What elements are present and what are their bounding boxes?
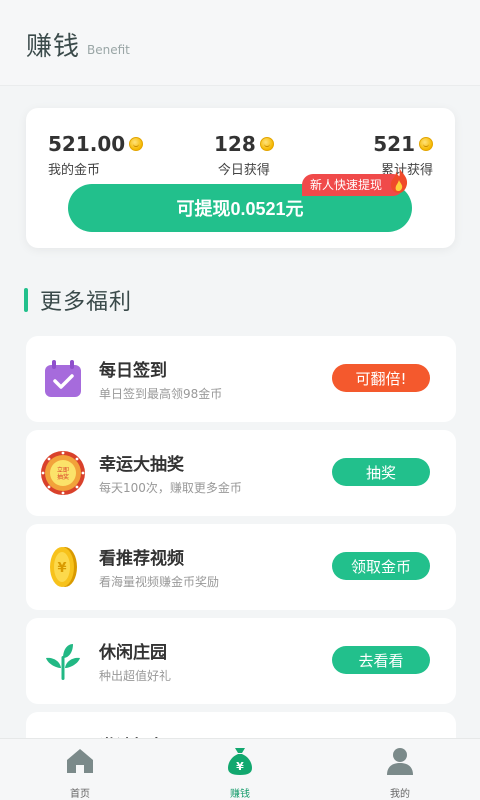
- section-header: 更多福利: [24, 286, 133, 315]
- coin-icon: [259, 137, 274, 151]
- go-see-button[interactable]: 去看看: [332, 646, 430, 674]
- task-title: 每日签到: [99, 361, 167, 381]
- money-bag-icon: ¥: [228, 748, 252, 775]
- user-icon: [387, 748, 413, 775]
- lucky-wheel-text: 立即: [57, 466, 69, 474]
- section-title: 更多福利: [40, 290, 133, 315]
- lucky-wheel-icon: 立即 抽奖: [41, 451, 85, 495]
- total-earned-value: 521: [373, 132, 415, 156]
- today-earned-value: 128: [214, 132, 256, 156]
- coin-icon: [419, 137, 433, 151]
- today-earned-stat[interactable]: 128 今日获得: [214, 132, 274, 178]
- task-watch-videos[interactable]: ¥ 看推荐视频 看海量视频赚金币奖励 领取金币: [26, 524, 456, 610]
- my-coins-stat[interactable]: 521.00 我的金币: [48, 132, 144, 178]
- fire-icon: [390, 167, 408, 193]
- task-lucky-draw[interactable]: 立即 抽奖 幸运大抽奖 每天100次，赚取更多金币 抽奖: [26, 430, 456, 516]
- task-title: 看推荐视频: [99, 549, 184, 569]
- tab-home[interactable]: 首页: [40, 745, 120, 800]
- task-title: 幸运大抽奖: [99, 455, 184, 475]
- task-desc: 种出超值好礼: [99, 669, 172, 683]
- svg-text:抽奖: 抽奖: [57, 473, 69, 481]
- home-icon: [67, 749, 93, 773]
- my-coins-label: 我的金币: [48, 163, 101, 178]
- task-desc: 每天100次，赚取更多金币: [99, 481, 242, 495]
- my-coins-value: 521.00: [48, 132, 126, 156]
- section-accent-bar: [24, 288, 28, 312]
- double-reward-button[interactable]: 可翻倍!: [332, 364, 430, 392]
- draw-button[interactable]: 抽奖: [332, 458, 430, 486]
- gold-coin-icon: ¥: [50, 547, 77, 587]
- bottom-tab-bar: 首页 ¥ 赚钱 我的: [0, 738, 480, 800]
- tab-mine-label: 我的: [390, 789, 410, 800]
- task-title: 休闲庄园: [99, 643, 167, 663]
- tab-mine[interactable]: 我的: [360, 745, 440, 800]
- task-desc: 看海量视频赚金币奖励: [99, 575, 220, 589]
- task-desc: 单日签到最高领98金币: [99, 387, 223, 401]
- calendar-check-icon: [45, 360, 81, 397]
- task-leisure-farm[interactable]: 休闲庄园 种出超值好礼 去看看: [26, 618, 456, 704]
- sprout-icon: [46, 644, 80, 680]
- tab-home-label: 首页: [70, 789, 90, 800]
- page-header: 赚钱 Benefit: [0, 0, 480, 86]
- svg-text:¥: ¥: [57, 561, 66, 576]
- today-earned-label: 今日获得: [217, 163, 270, 178]
- task-daily-signin[interactable]: 每日签到 单日签到最高领98金币 可翻倍!: [26, 336, 456, 422]
- page-subtitle: Benefit: [87, 43, 130, 57]
- tab-earn-label: 赚钱: [230, 789, 250, 800]
- svg-text:¥: ¥: [236, 760, 244, 773]
- claim-coins-button[interactable]: 领取金币: [332, 552, 430, 580]
- page-title: 赚钱: [26, 32, 81, 62]
- coin-icon: [129, 137, 144, 151]
- tab-earn[interactable]: ¥ 赚钱: [200, 745, 280, 800]
- coin-stats-card: 521.00 我的金币 128 今日获得 521 累计获得 可提现0.0521元…: [26, 108, 455, 248]
